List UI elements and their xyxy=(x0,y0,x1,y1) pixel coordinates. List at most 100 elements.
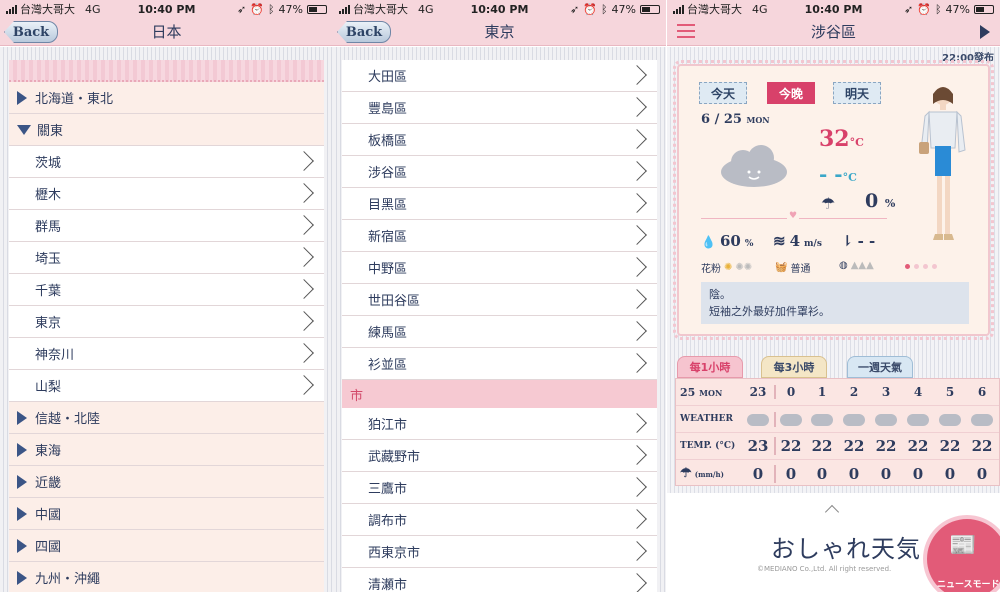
tab-3-hourly[interactable]: 每3小時 xyxy=(761,356,827,378)
ward-item[interactable]: 豐島區 xyxy=(342,92,657,124)
location-icon: ➶ xyxy=(570,2,580,16)
chevron-right-icon xyxy=(627,193,647,213)
location-icon: ➶ xyxy=(904,2,914,16)
city-section-header: 市 xyxy=(342,380,657,408)
ward-item[interactable]: 新宿區 xyxy=(342,220,657,252)
clothing-advice: 陰。 短袖之外最好加件罩衫。 xyxy=(701,282,969,324)
prefecture-item[interactable]: 埼玉 xyxy=(9,242,324,274)
ward-item[interactable]: 中野區 xyxy=(342,252,657,284)
temp-cell: 23 xyxy=(747,437,769,455)
expand-arrow-icon xyxy=(17,410,27,425)
temp-cell: 22 xyxy=(774,437,806,455)
back-button[interactable]: Back xyxy=(337,21,391,43)
pollen-level: 花粉 ✺ ✺✺ xyxy=(701,262,753,275)
temp-cell: 22 xyxy=(907,437,929,455)
city-item[interactable]: 狛江市 xyxy=(342,408,657,440)
hour-cell: 23 xyxy=(749,385,767,399)
collapse-arrow-icon xyxy=(17,124,31,135)
prefecture-item[interactable]: 東京 xyxy=(9,306,324,338)
cloud-icon xyxy=(742,412,774,427)
news-mode-button[interactable]: 📰 ニュースモード xyxy=(923,515,1000,592)
region-kinki[interactable]: 近畿 xyxy=(9,466,324,498)
newspaper-icon: 📰 xyxy=(949,533,977,558)
city-item[interactable]: 清瀬市 xyxy=(342,568,657,592)
chevron-up-icon[interactable] xyxy=(824,504,840,520)
city-list-screen: 台灣大哥大 4G 10:40 PM ➶ ⏰ ᛒ 47% Back 東京 大田區 豐島區… xyxy=(333,0,666,592)
page-title: 日本 xyxy=(151,23,182,41)
ward-item[interactable]: 涉谷區 xyxy=(342,156,657,188)
chevron-right-icon xyxy=(294,183,314,203)
temp-cell: 22 xyxy=(875,437,897,455)
tab-tomorrow[interactable]: 明天 xyxy=(833,82,881,104)
city-item[interactable]: 三鷹市 xyxy=(342,472,657,504)
weather-detail-screen: 台灣大哥大 4G 10:40 PM ➶ ⏰ ᛒ 47% 涉谷區 22:00發布 今天 … xyxy=(667,0,1000,592)
temp-cell: 22 xyxy=(811,437,833,455)
tab-hourly[interactable]: 每1小時 xyxy=(677,356,743,378)
city-item[interactable]: 武藏野市 xyxy=(342,440,657,472)
network-type: 4G xyxy=(752,2,768,16)
ward-item[interactable]: 練馬區 xyxy=(342,316,657,348)
prefecture-item[interactable]: 千葉 xyxy=(9,274,324,306)
status-bar: 台灣大哥大 4G 10:40 PM ➶ ⏰ ᛒ 47% xyxy=(333,0,666,18)
city-item[interactable]: 西東京市 xyxy=(342,536,657,568)
temp-cell: 22 xyxy=(939,437,961,455)
region-tokai[interactable]: 東海 xyxy=(9,434,324,466)
tab-today[interactable]: 今天 xyxy=(699,82,747,104)
back-button[interactable]: Back xyxy=(4,21,58,43)
hour-cell: 3 xyxy=(881,385,891,399)
pollen-icon: ✺✺ xyxy=(735,262,753,273)
prefecture-item[interactable]: 群馬 xyxy=(9,210,324,242)
ward-item[interactable]: 世田谷區 xyxy=(342,284,657,316)
tab-weekly[interactable]: 一週天氣 xyxy=(847,356,913,378)
status-bar: 台灣大哥大 4G 10:40 PM ➶ ⏰ ᛒ 47% xyxy=(667,0,1000,18)
prefecture-item[interactable]: 神奈川 xyxy=(9,338,324,370)
rain-probability: 0 % xyxy=(865,190,896,212)
region-shikoku[interactable]: 四國 xyxy=(9,530,324,562)
chevron-right-icon xyxy=(627,413,647,433)
cloud-icon xyxy=(806,412,838,427)
menu-icon[interactable] xyxy=(677,24,695,38)
weather-card: 今天 今晚 明天 6 / 25 MON 32°C - -°C ☂ 0 % 💧60… xyxy=(673,60,994,340)
ward-item[interactable]: 板橋區 xyxy=(342,124,657,156)
high-temperature: 32°C xyxy=(819,126,864,152)
region-kanto[interactable]: 關東 xyxy=(9,114,324,146)
prefecture-item[interactable]: 茨城 xyxy=(9,146,324,178)
cloud-icon xyxy=(870,412,902,427)
bottom-banner: おしゃれ天気 ©MEDIANO Co.,Ltd. All right reser… xyxy=(667,493,1000,592)
rain-cell: 0 xyxy=(880,464,892,483)
chevron-right-icon xyxy=(294,151,314,171)
prefecture-item[interactable]: 櫪木 xyxy=(9,178,324,210)
prefecture-item[interactable]: 山梨 xyxy=(9,370,324,402)
chevron-right-icon xyxy=(627,65,647,85)
cloud-icon xyxy=(721,145,787,187)
chevron-right-icon xyxy=(294,247,314,267)
laundry-level: 🧺 普通 xyxy=(775,262,811,275)
region-hokkaido-tohoku[interactable]: 北海道・東北 xyxy=(9,82,324,114)
tab-tonight[interactable]: 今晚 xyxy=(767,82,815,104)
chevron-right-icon xyxy=(627,541,647,561)
alarm-icon: ⏰ xyxy=(583,2,597,16)
chevron-right-icon xyxy=(627,353,647,373)
region-chugoku[interactable]: 中國 xyxy=(9,498,324,530)
fashion-illustration xyxy=(919,87,966,240)
region-kyushu-okinawa[interactable]: 九州・沖繩 xyxy=(9,562,324,592)
ward-item[interactable]: 大田區 xyxy=(342,60,657,92)
hour-cell: 2 xyxy=(849,385,859,399)
page-title: 東京 xyxy=(484,23,515,41)
network-type: 4G xyxy=(418,2,434,16)
rain-cell: 0 xyxy=(774,464,806,483)
ward-item[interactable]: 衫並區 xyxy=(342,348,657,380)
expand-arrow-icon xyxy=(17,90,27,105)
region-shinetsu-hokuriku[interactable]: 信越・北陸 xyxy=(9,402,324,434)
city-item[interactable]: 調布市 xyxy=(342,504,657,536)
battery-icon xyxy=(307,4,327,14)
uv-index: ⇂ - - xyxy=(841,232,876,250)
forecast-date: 6 / 25 MON xyxy=(701,112,770,127)
wind-icon: ≋ xyxy=(773,232,786,250)
table-row: 25 MON 23 0 1 2 3 4 5 6 xyxy=(676,379,999,406)
battery-icon xyxy=(974,4,994,14)
published-time: 22:00發布 xyxy=(942,53,994,64)
next-arrow-icon[interactable] xyxy=(980,25,990,39)
hourly-forecast-table: 25 MON 23 0 1 2 3 4 5 6 WEATHER TEMP. (°… xyxy=(675,378,1000,486)
ward-item[interactable]: 目黑區 xyxy=(342,188,657,220)
